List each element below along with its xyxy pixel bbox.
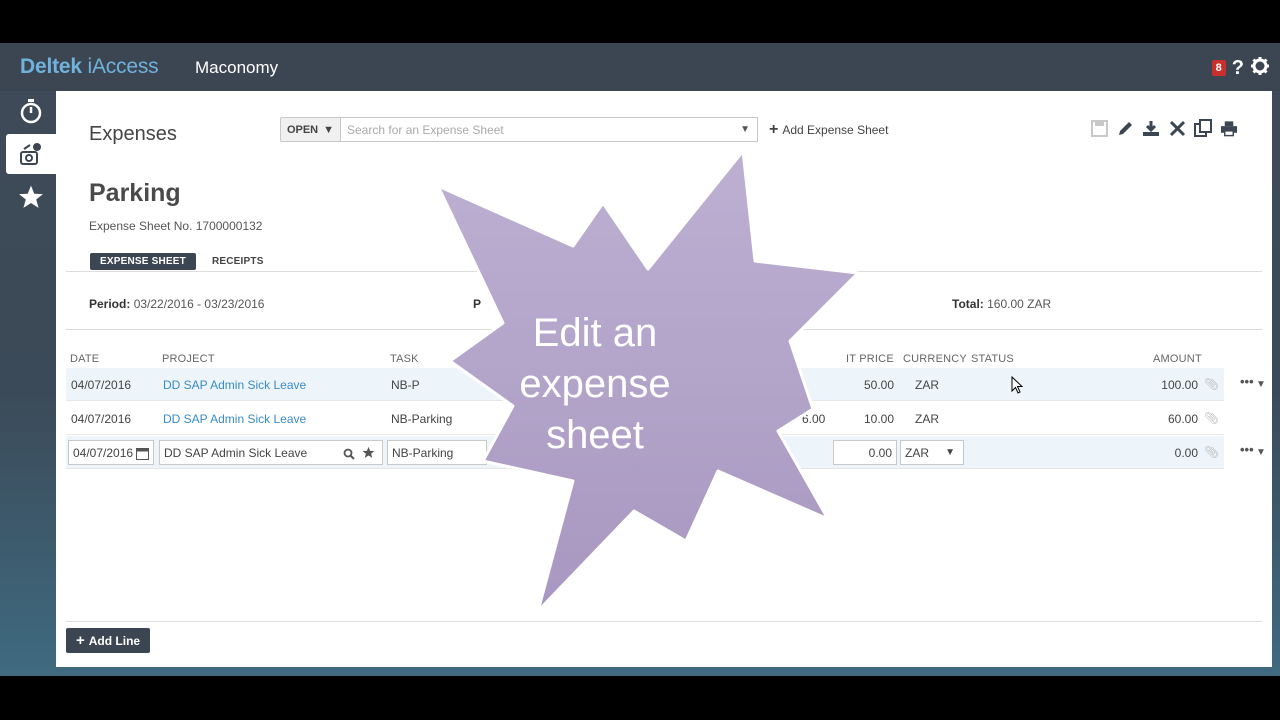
paperclip-icon[interactable]: 📎︎ xyxy=(1204,445,1219,459)
tab-expense-sheet[interactable]: EXPENSE SHEET xyxy=(90,253,196,270)
download-icon[interactable] xyxy=(1142,119,1160,137)
gear-icon[interactable] xyxy=(1250,56,1270,80)
brand-product: iAccess xyxy=(81,55,159,78)
pencil-icon[interactable] xyxy=(1116,119,1134,137)
sheet-title: Parking xyxy=(89,179,181,207)
period-field: Period: 03/22/2016 - 03/23/2016 xyxy=(89,297,264,311)
row-currency: ZAR xyxy=(915,378,939,392)
total-value: 160.00 ZAR xyxy=(987,297,1052,311)
copy-icon[interactable] xyxy=(1194,119,1212,137)
row-date: 04/07/2016 xyxy=(71,412,132,426)
more-actions-icon[interactable]: ••• xyxy=(1240,442,1254,457)
help-icon[interactable]: ? xyxy=(1232,58,1244,78)
open-filter-label: OPEN xyxy=(286,123,319,136)
row-task: NB-P xyxy=(391,378,420,392)
notification-badge[interactable]: 8 xyxy=(1211,60,1226,76)
row-project-link[interactable]: DD SAP Admin Sick Leave xyxy=(163,412,306,426)
column-header-date[interactable]: DATE xyxy=(70,353,99,365)
total-field: Total: 160.00 ZAR xyxy=(952,297,1051,311)
add-line-label: Add Line xyxy=(88,633,141,648)
column-header-amount[interactable]: AMOUNT xyxy=(1153,353,1202,365)
mouse-cursor xyxy=(1011,375,1024,399)
project-input-value: DD SAP Admin Sick Leave xyxy=(164,446,308,460)
add-expense-sheet-label: Add Expense Sheet xyxy=(782,123,889,137)
period-value: 03/22/2016 - 03/23/2016 xyxy=(133,297,265,311)
row-unit-price: 10.00 xyxy=(864,412,895,426)
unit-price-input-value: 0.00 xyxy=(868,446,892,460)
date-input-value: 04/07/2016 xyxy=(73,446,134,460)
tab-receipts[interactable]: RECEIPTS xyxy=(202,253,274,270)
column-header-task[interactable]: TASK xyxy=(390,353,419,365)
row-currency: ZAR xyxy=(915,412,939,426)
column-header-status[interactable]: STATUS xyxy=(971,353,1014,365)
sidebar-item-expenses[interactable] xyxy=(6,134,56,174)
search-icon[interactable] xyxy=(343,447,355,465)
sheet-tabs: EXPENSE SHEET RECEIPTS xyxy=(90,253,274,270)
app-name: Maconomy xyxy=(195,58,279,77)
brand-logo[interactable]: Deltek iAccess xyxy=(20,55,159,79)
row-unit-price: 50.00 xyxy=(864,378,895,392)
open-filter-button[interactable]: OPEN ▼ xyxy=(280,117,341,142)
section-title: Expenses xyxy=(89,123,177,145)
chevron-down-icon: ▼ xyxy=(945,447,955,458)
print-icon[interactable] xyxy=(1220,119,1238,137)
search-bar: OPEN ▼ ▼ xyxy=(280,117,758,142)
stopwatch-icon xyxy=(20,99,42,124)
chevron-down-icon[interactable]: ▼ xyxy=(740,124,750,135)
chevron-down-icon[interactable]: ▼ xyxy=(1256,379,1266,390)
currency-select[interactable]: ZAR ▼ xyxy=(900,440,964,465)
calendar-icon[interactable] xyxy=(136,447,149,465)
star-icon xyxy=(19,185,43,208)
tutorial-caption-line: Edit an xyxy=(532,311,658,355)
column-header-currency[interactable]: CURRENCY xyxy=(903,353,967,365)
app-screen: Deltek iAccess Maconomy 8 ? Expenses OPE… xyxy=(0,43,1280,676)
top-actions: 8 ? xyxy=(1211,56,1270,80)
tutorial-caption-line: sheet xyxy=(546,413,644,457)
chevron-down-icon[interactable]: ▼ xyxy=(1256,447,1266,458)
period-label: Period: xyxy=(89,297,131,311)
sidebar xyxy=(0,91,56,676)
caret-down-icon: ▼ xyxy=(323,123,335,136)
currency-select-value: ZAR xyxy=(905,446,929,460)
close-icon[interactable] xyxy=(1168,119,1186,137)
tutorial-caption-line: expense xyxy=(519,362,671,406)
star-icon[interactable] xyxy=(362,446,375,464)
add-expense-sheet-button[interactable]: + Add Expense Sheet xyxy=(769,121,889,138)
expenses-icon xyxy=(20,143,41,165)
row-project-link[interactable]: DD SAP Admin Sick Leave xyxy=(163,378,306,392)
add-line-button[interactable]: + Add Line xyxy=(66,628,151,653)
top-bar: Deltek iAccess Maconomy 8 ? xyxy=(0,43,1280,91)
plus-icon: + xyxy=(769,121,779,138)
search-input[interactable] xyxy=(341,117,758,142)
save-icon[interactable] xyxy=(1090,119,1108,137)
paperclip-icon[interactable]: 📎︎ xyxy=(1204,411,1219,425)
row-date: 04/07/2016 xyxy=(71,378,132,392)
sidebar-item-favorites[interactable] xyxy=(6,177,56,217)
divider xyxy=(66,621,1262,622)
column-header-project[interactable]: PROJECT xyxy=(162,353,215,365)
toolbar xyxy=(1090,119,1238,137)
total-label: Total: xyxy=(952,297,984,311)
row-amount: 0.00 xyxy=(1174,446,1198,460)
paperclip-icon[interactable]: 📎︎ xyxy=(1204,377,1219,391)
plus-icon: + xyxy=(76,632,85,649)
row-amount: 60.00 xyxy=(1167,412,1198,426)
tutorial-caption: Edit an expense sheet xyxy=(505,308,685,461)
sheet-number: Expense Sheet No. 1700000132 xyxy=(89,219,263,233)
brand-name: Deltek xyxy=(20,55,82,78)
sidebar-item-timer[interactable] xyxy=(6,91,56,131)
row-amount: 100.00 xyxy=(1161,378,1198,392)
more-actions-icon[interactable]: ••• xyxy=(1240,374,1254,389)
